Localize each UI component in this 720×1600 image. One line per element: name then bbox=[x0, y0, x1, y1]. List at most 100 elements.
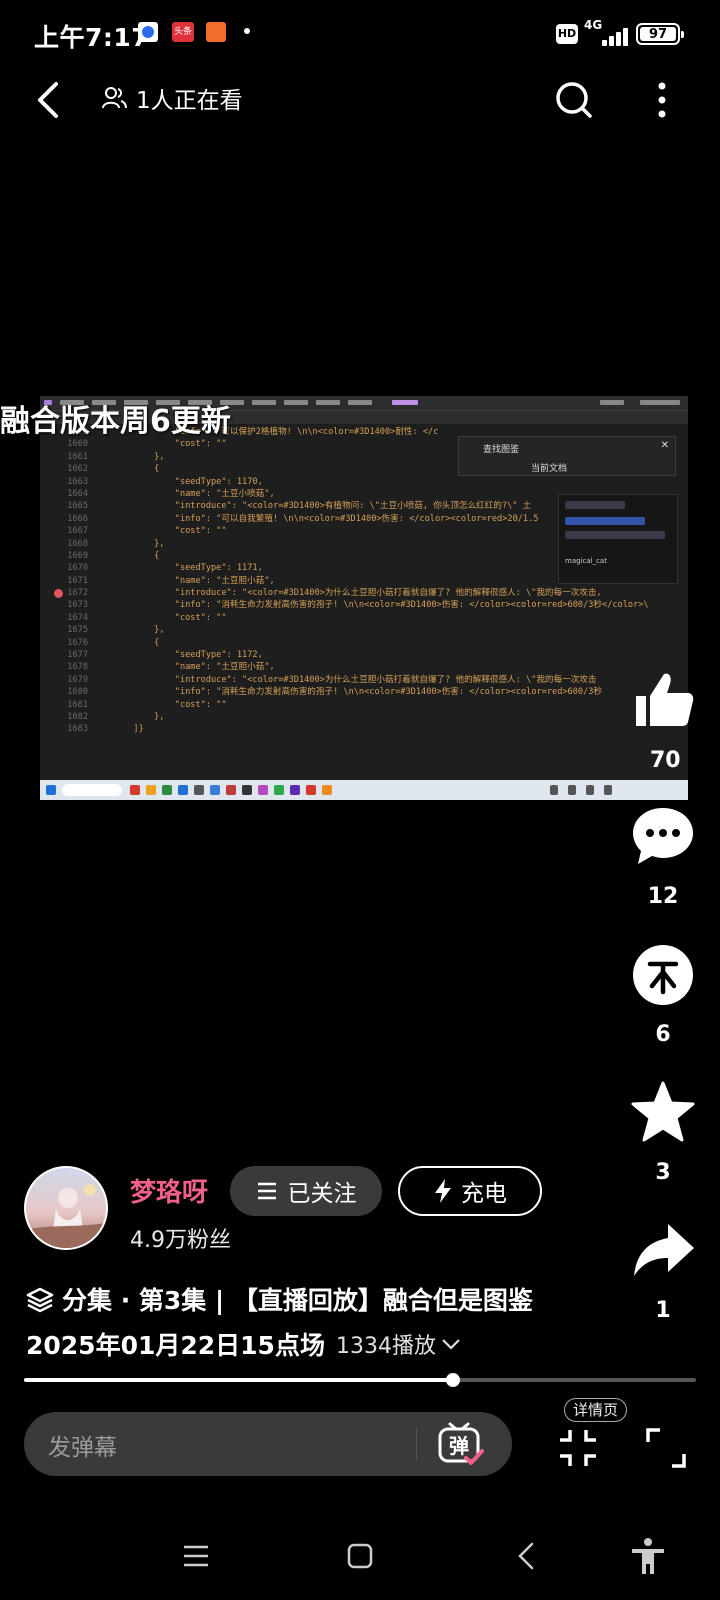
code-text: { bbox=[92, 464, 160, 475]
line-number: 1682 bbox=[67, 711, 88, 722]
search-button[interactable] bbox=[550, 76, 598, 124]
code-text: { bbox=[92, 550, 160, 561]
code-text: "seedType": 1171, bbox=[92, 563, 263, 574]
code-line: 1681 "cost": "" bbox=[40, 699, 688, 711]
danmaku-toggle-button[interactable]: 弹 bbox=[436, 1420, 486, 1470]
line-number: 1681 bbox=[67, 699, 88, 710]
line-number: 1678 bbox=[67, 662, 88, 673]
line-number: 1672 bbox=[67, 588, 88, 599]
pip-icon bbox=[560, 1430, 596, 1466]
video-overlay-title: 融合版本周6更新 bbox=[0, 404, 231, 439]
system-nav-bar bbox=[0, 1520, 720, 1590]
code-line: 1676 { bbox=[40, 637, 688, 649]
list-icon bbox=[257, 1182, 276, 1200]
code-line: 1679 "introduce": "<color=#3D1400>为什么土豆胆… bbox=[40, 674, 688, 686]
chevron-down-icon bbox=[442, 1339, 460, 1350]
share-icon bbox=[634, 1224, 694, 1276]
line-number: 1665 bbox=[67, 501, 88, 512]
line-number: 1661 bbox=[67, 451, 88, 462]
follow-button[interactable]: 已关注 bbox=[230, 1166, 382, 1216]
breakpoint-icon bbox=[54, 589, 63, 599]
code-text: "name": "土豆胆小菇", bbox=[92, 662, 275, 673]
menu-icon bbox=[184, 1545, 208, 1567]
video-progress-bar[interactable] bbox=[24, 1373, 696, 1387]
code-text: "introduce": "<color=#3D1400>有植物问: \"土豆小… bbox=[92, 501, 532, 512]
coin-count: 6 bbox=[655, 1022, 671, 1047]
line-number: 1677 bbox=[67, 650, 88, 661]
author-avatar[interactable] bbox=[24, 1166, 108, 1250]
line-number: 1679 bbox=[67, 674, 88, 685]
code-line: 1674 "cost": "" bbox=[40, 612, 688, 624]
comment-button[interactable]: 12 bbox=[628, 804, 698, 909]
nav-back-icon bbox=[518, 1542, 534, 1570]
home-icon bbox=[347, 1543, 373, 1569]
line-number: 1666 bbox=[67, 513, 88, 524]
star-icon bbox=[631, 1081, 695, 1142]
line-number: 1660 bbox=[67, 439, 88, 450]
comment-count: 12 bbox=[647, 884, 679, 909]
charge-button[interactable]: 充电 bbox=[398, 1166, 542, 1216]
code-text: "name": "土豆胆小菇", bbox=[92, 575, 275, 586]
toutiao-app-icon: 头条 bbox=[172, 22, 194, 42]
search-icon bbox=[556, 82, 592, 118]
shopping-app-icon bbox=[206, 22, 226, 42]
nav-back-button[interactable] bbox=[508, 1536, 548, 1576]
code-text: "seedType": 1170, bbox=[92, 476, 263, 487]
back-button[interactable] bbox=[26, 76, 74, 124]
line-number: 1673 bbox=[67, 600, 88, 611]
status-bar: 上午7:17 头条 HD 4G 97 bbox=[0, 0, 720, 70]
nav-home-button[interactable] bbox=[340, 1536, 380, 1576]
detail-page-label[interactable]: 详情页 bbox=[564, 1398, 628, 1422]
video-player[interactable]: 1659 "info": "可以保护2格植物! \n\n<color=#3D14… bbox=[40, 396, 688, 800]
code-text: "cost": "" bbox=[92, 612, 227, 623]
danmaku-input[interactable]: 发弹幕 bbox=[48, 1428, 117, 1462]
code-text: }, bbox=[92, 451, 165, 462]
accessibility-button[interactable] bbox=[628, 1536, 668, 1576]
like-count: 70 bbox=[650, 748, 681, 773]
chat-username: magical_cat bbox=[565, 557, 607, 565]
code-text: "info": "可以自我繁殖! \n\n<color=#3D1400>伤害: … bbox=[92, 513, 539, 524]
danmaku-bar: 发弹幕 弹 bbox=[24, 1412, 512, 1476]
like-button[interactable] bbox=[628, 666, 698, 736]
code-text: }, bbox=[92, 625, 165, 636]
code-text: }, bbox=[92, 538, 165, 549]
avatar-image bbox=[26, 1184, 106, 1248]
nav-menu-button[interactable] bbox=[176, 1536, 216, 1576]
line-number: 1674 bbox=[67, 612, 88, 623]
fullscreen-icon bbox=[646, 1428, 686, 1468]
line-number: 1671 bbox=[67, 575, 88, 586]
code-text: "introduce": "<color=#3D1400>为什么土豆胆小菇打着就… bbox=[92, 674, 597, 685]
episode-subtitle: 2025年01月22日15点场 bbox=[26, 1331, 325, 1360]
comment-icon bbox=[633, 808, 693, 864]
favorite-button[interactable]: 3 bbox=[628, 1080, 698, 1185]
author-name[interactable]: 梦珞呀 bbox=[130, 1172, 208, 1209]
episode-selector[interactable]: 分集 · 第3集 | 【直播回放】融合但是图鉴 bbox=[26, 1284, 636, 1318]
progress-fill bbox=[24, 1378, 453, 1382]
battery-level: 97 bbox=[640, 27, 676, 42]
more-button[interactable] bbox=[644, 76, 680, 124]
accessibility-icon bbox=[632, 1538, 664, 1574]
code-line: 1682 }, bbox=[40, 711, 688, 723]
code-text: }, bbox=[92, 711, 165, 722]
pip-button[interactable] bbox=[556, 1426, 600, 1470]
battery-icon: 97 bbox=[636, 23, 684, 45]
favorite-count: 3 bbox=[655, 1160, 671, 1185]
line-number: 1676 bbox=[67, 637, 88, 648]
baidu-app-icon bbox=[138, 22, 158, 42]
viewers-indicator: 1人正在看 bbox=[100, 82, 243, 114]
code-line: 1677 "seedType": 1172, bbox=[40, 649, 688, 661]
code-text: "introduce": "<color=#3D1400>为什么土豆胆小菇打着就… bbox=[92, 588, 602, 599]
top-bar: 1人正在看 bbox=[0, 72, 720, 128]
follow-label: 已关注 bbox=[287, 1181, 357, 1207]
line-number: 1668 bbox=[67, 538, 88, 549]
play-count[interactable]: 1334播放 bbox=[336, 1328, 462, 1360]
code-editor: 1659 "info": "可以保护2格植物! \n\n<color=#3D14… bbox=[40, 426, 688, 776]
coin-button[interactable]: 6 bbox=[628, 942, 698, 1047]
share-button[interactable]: 1 bbox=[628, 1218, 698, 1323]
line-number: 1670 bbox=[67, 563, 88, 574]
line-number: 1683 bbox=[67, 724, 88, 735]
fullscreen-button[interactable] bbox=[644, 1426, 688, 1470]
progress-handle[interactable] bbox=[445, 1373, 460, 1387]
hd-badge: HD bbox=[556, 24, 578, 44]
danmaku-divider bbox=[416, 1428, 417, 1460]
